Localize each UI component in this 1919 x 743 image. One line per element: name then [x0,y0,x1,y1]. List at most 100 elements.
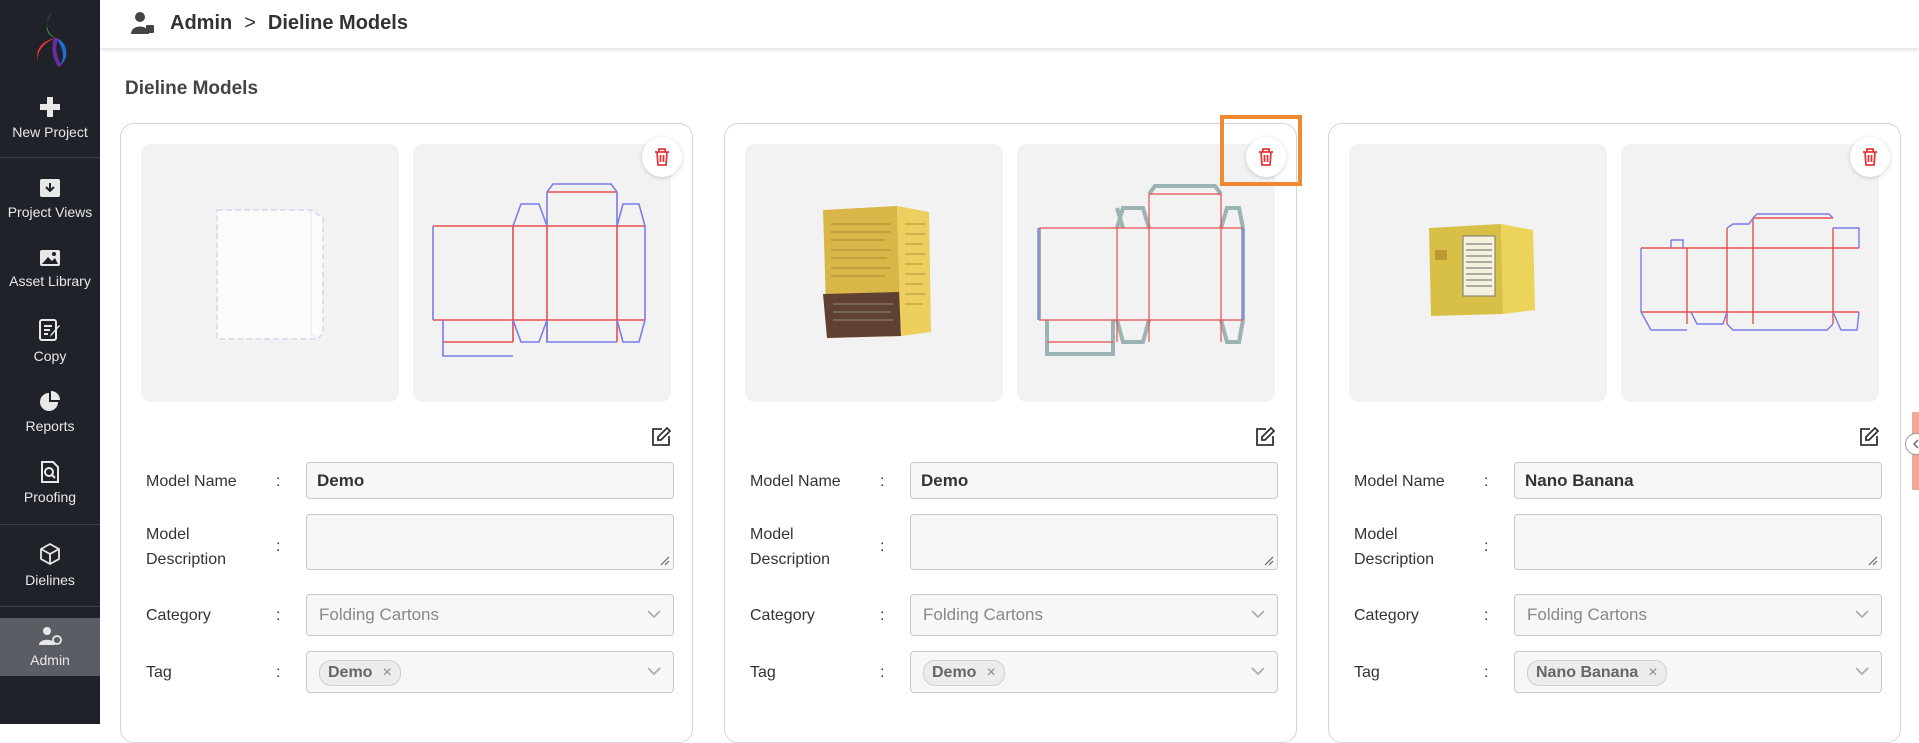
model-3d-preview[interactable] [141,144,399,402]
tag-select[interactable]: Demo × [910,651,1278,693]
colon: : [1484,473,1489,490]
nav-label: Copy [33,348,67,364]
colon: : [1484,538,1489,555]
category-value: Folding Cartons [923,605,1044,624]
tag-chip: Demo × [923,660,1005,686]
label-line: Description [750,551,831,568]
nav-label: Asset Library [9,273,91,289]
model-name-input[interactable]: Demo [910,462,1278,499]
category-label: Category [146,607,211,624]
chip-remove-icon[interactable]: × [382,664,391,681]
model-description-textarea[interactable] [910,514,1278,570]
tag-chip: Demo × [319,660,401,686]
edit-button[interactable] [1858,426,1880,448]
model-description-label: Model Description [750,522,860,572]
edit-button[interactable] [650,426,672,448]
edit-document-icon [39,319,60,341]
edit-icon [1256,426,1276,446]
model-description-textarea[interactable] [306,514,674,570]
model-description-label: Model Description [1354,522,1464,572]
delete-button[interactable] [642,137,682,177]
category-value: Folding Cartons [319,605,440,624]
colon: : [880,473,885,490]
edit-button[interactable] [1254,426,1276,448]
model-name-label: Model Name [750,473,841,490]
model-3d-preview[interactable] [1349,144,1607,402]
nav-asset-library[interactable]: Asset Library [0,249,100,289]
tag-label: Tag [146,664,172,681]
nav-new-project[interactable]: New Project [0,96,100,140]
colon: : [880,538,885,555]
model-card: Model Name : Demo Model Description : Cat… [724,123,1297,743]
nav-divider [0,524,100,525]
box-preview-image [216,209,324,340]
tag-chip: Nano Banana × [1527,660,1667,686]
model-description-textarea[interactable] [1514,514,1882,570]
box-preview-image [1429,224,1535,316]
collapse-handle[interactable] [1905,433,1919,455]
chevron-down-icon [1855,610,1869,619]
tag-chip-label: Nano Banana [1536,664,1639,681]
cube-icon [40,542,60,566]
admin-user-icon [131,12,154,34]
category-label: Category [1354,607,1419,624]
edit-icon [652,426,672,446]
model-name-input[interactable]: Demo [306,462,674,499]
chevron-down-icon [647,667,661,676]
breadcrumb-separator: > [244,11,256,34]
resize-handle-icon[interactable] [1264,556,1274,566]
tag-select[interactable]: Nano Banana × [1514,651,1882,693]
breadcrumb-admin[interactable]: Admin [170,12,232,35]
nav-label: Dielines [25,572,75,588]
colon: : [276,473,281,490]
category-select[interactable]: Folding Cartons [1514,594,1882,636]
category-select[interactable]: Folding Cartons [306,594,674,636]
dieline-image [1640,213,1860,331]
model-3d-preview[interactable] [745,144,1003,402]
model-name-input[interactable]: Nano Banana [1514,462,1882,499]
nav-reports[interactable]: Reports [0,390,100,434]
label-line: Description [1354,551,1435,568]
nav-copy[interactable]: Copy [0,318,100,364]
nav-label: Reports [25,418,75,434]
category-value: Folding Cartons [1527,605,1648,624]
box-preview-image [823,206,931,338]
label-line: Model [750,526,794,543]
plus-icon [40,97,60,117]
resize-handle-icon[interactable] [1868,556,1878,566]
colon: : [1484,664,1489,681]
chevron-down-icon [1251,667,1265,676]
chip-remove-icon[interactable]: × [986,664,995,681]
dieline-preview[interactable] [1621,144,1879,402]
chip-remove-icon[interactable]: × [1648,664,1657,681]
delete-button[interactable] [1850,137,1890,177]
nav-dielines[interactable]: Dielines [0,542,100,588]
category-select[interactable]: Folding Cartons [910,594,1278,636]
download-box-icon [40,179,60,197]
tag-label: Tag [750,664,776,681]
admin-user-icon [39,627,62,645]
nav-project-views[interactable]: Project Views [0,178,100,220]
tag-chip-label: Demo [932,664,977,681]
trash-icon [1863,148,1877,166]
label-line: Model [1354,526,1398,543]
trash-icon [655,148,669,166]
focus-highlight [1220,115,1302,186]
pie-chart-icon [40,391,60,411]
chevron-down-icon [1251,610,1265,619]
breadcrumb-current: Dieline Models [267,11,408,34]
nav-admin[interactable]: Admin [0,618,100,676]
tag-select[interactable]: Demo × [306,651,674,693]
sidebar: New Project Project Views Asset Library … [0,0,100,724]
nav-divider [0,606,100,607]
edit-icon [1860,426,1880,446]
model-description-label: Model Description [146,522,256,572]
resize-handle-icon[interactable] [660,556,670,566]
nav-proofing[interactable]: Proofing [0,461,100,505]
dieline-image [432,183,646,357]
dieline-preview[interactable] [413,144,671,402]
nav-label: Admin [30,652,70,668]
tag-chip-label: Demo [328,664,373,681]
nav-label: Project Views [7,204,93,220]
category-label: Category [750,607,815,624]
